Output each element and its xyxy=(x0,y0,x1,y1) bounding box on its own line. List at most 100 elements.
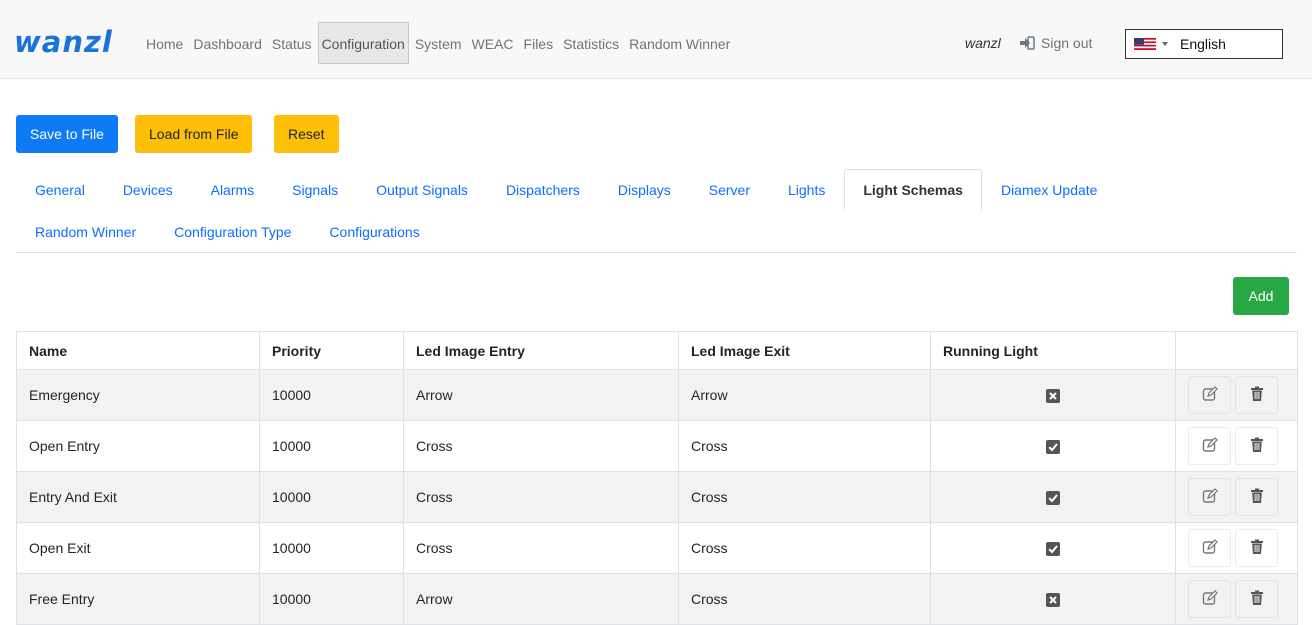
tab-dispatchers[interactable]: Dispatchers xyxy=(487,169,599,211)
tab-displays[interactable]: Displays xyxy=(599,169,690,211)
tab-output-signals[interactable]: Output Signals xyxy=(357,169,487,211)
edit-icon xyxy=(1202,589,1218,609)
delete-button[interactable] xyxy=(1235,376,1278,414)
nav-link-statistics[interactable]: Statistics xyxy=(559,22,623,64)
us-flag-icon xyxy=(1134,38,1156,50)
cell-priority: 10000 xyxy=(259,573,404,625)
cell-led-image-exit: Cross xyxy=(678,573,931,625)
save-to-file-button[interactable]: Save to File xyxy=(16,115,118,153)
nav-link-status[interactable]: Status xyxy=(268,22,316,64)
column-header-led-image-entry[interactable]: Led Image Entry xyxy=(403,331,679,370)
reset-button[interactable]: Reset xyxy=(274,115,339,153)
nav-link-random-winner[interactable]: Random Winner xyxy=(625,22,734,64)
cell-actions xyxy=(1175,369,1298,421)
sign-out-icon xyxy=(1020,36,1035,50)
trash-icon xyxy=(1250,590,1264,609)
edit-button[interactable] xyxy=(1188,427,1231,465)
cell-name: Emergency xyxy=(16,369,260,421)
column-header-actions xyxy=(1175,331,1298,370)
checked-box-icon xyxy=(1046,440,1060,455)
column-header-running-light[interactable]: Running Light xyxy=(930,331,1176,370)
table-row: Free Entry 10000 Arrow Cross xyxy=(16,573,1298,625)
edit-button[interactable] xyxy=(1188,376,1231,414)
trash-icon xyxy=(1250,437,1264,456)
config-tabs-row-2: Random Winner Configuration Type Configura… xyxy=(16,211,439,253)
brand-logo[interactable]: wanzl xyxy=(14,24,113,60)
main-nav: Home Dashboard Status Configuration System WE… xyxy=(141,22,735,64)
cell-led-image-entry: Arrow xyxy=(403,369,679,421)
cell-running-light xyxy=(930,369,1176,421)
tab-diamex-update[interactable]: Diamex Update xyxy=(982,169,1117,211)
tab-devices[interactable]: Devices xyxy=(104,169,192,211)
delete-button[interactable] xyxy=(1235,529,1278,567)
load-from-file-button[interactable]: Load from File xyxy=(135,115,253,153)
trash-icon xyxy=(1250,539,1264,558)
x-box-icon xyxy=(1046,389,1060,404)
top-navbar: wanzl Home Dashboard Status Configuration Sy… xyxy=(0,0,1312,79)
cell-running-light xyxy=(930,471,1176,523)
nav-link-files[interactable]: Files xyxy=(520,22,558,64)
edit-icon xyxy=(1202,436,1218,456)
nav-link-weac[interactable]: WEAC xyxy=(468,22,518,64)
nav-link-dashboard[interactable]: Dashboard xyxy=(189,22,266,64)
cell-name: Entry And Exit xyxy=(16,471,260,523)
table-row: Open Entry 10000 Cross Cross xyxy=(16,420,1298,472)
tab-random-winner[interactable]: Random Winner xyxy=(16,211,155,253)
language-label: English xyxy=(1180,36,1226,52)
tab-lights[interactable]: Lights xyxy=(769,169,844,211)
cell-led-image-exit: Cross xyxy=(678,420,931,472)
column-header-led-image-exit[interactable]: Led Image Exit xyxy=(678,331,931,370)
add-button[interactable]: Add xyxy=(1233,277,1289,315)
trash-icon xyxy=(1250,488,1264,507)
cell-led-image-entry: Arrow xyxy=(403,573,679,625)
chevron-down-icon xyxy=(1162,42,1168,46)
cell-running-light xyxy=(930,522,1176,574)
edit-button[interactable] xyxy=(1188,529,1231,567)
sign-out-link[interactable]: Sign out xyxy=(1019,22,1092,64)
edit-button[interactable] xyxy=(1188,478,1231,516)
delete-button[interactable] xyxy=(1235,427,1278,465)
table-header-row: Name Priority Led Image Entry Led Image … xyxy=(16,331,1298,370)
cell-actions xyxy=(1175,573,1298,625)
checked-box-icon xyxy=(1046,491,1060,506)
tab-configuration-type[interactable]: Configuration Type xyxy=(155,211,310,253)
cell-led-image-entry: Cross xyxy=(403,522,679,574)
cell-actions xyxy=(1175,471,1298,523)
cell-led-image-entry: Cross xyxy=(403,471,679,523)
tab-light-schemas[interactable]: Light Schemas xyxy=(844,169,982,211)
tab-signals[interactable]: Signals xyxy=(273,169,357,211)
delete-button[interactable] xyxy=(1235,478,1278,516)
cell-led-image-exit: Cross xyxy=(678,522,931,574)
username-label: wanzl xyxy=(965,35,1001,51)
table-row: Open Exit 10000 Cross Cross xyxy=(16,522,1298,574)
column-header-name[interactable]: Name xyxy=(16,331,260,370)
edit-button[interactable] xyxy=(1188,580,1231,618)
tab-configurations[interactable]: Configurations xyxy=(310,211,438,253)
language-select[interactable]: English xyxy=(1125,29,1283,59)
cell-priority: 10000 xyxy=(259,369,404,421)
edit-icon xyxy=(1202,487,1218,507)
edit-icon xyxy=(1202,538,1218,558)
sign-out-label: Sign out xyxy=(1041,35,1093,51)
tabs-divider xyxy=(16,252,1297,253)
nav-link-configuration[interactable]: Configuration xyxy=(317,22,409,64)
config-tabs-row-1: General Devices Alarms Signals Output Signal… xyxy=(16,169,1116,211)
edit-icon xyxy=(1202,385,1218,405)
delete-button[interactable] xyxy=(1235,580,1278,618)
cell-priority: 10000 xyxy=(259,420,404,472)
cell-name: Open Exit xyxy=(16,522,260,574)
column-header-priority[interactable]: Priority xyxy=(259,331,404,370)
tab-server[interactable]: Server xyxy=(690,169,769,211)
cell-actions xyxy=(1175,420,1298,472)
cell-led-image-entry: Cross xyxy=(403,420,679,472)
x-box-icon xyxy=(1046,593,1060,608)
trash-icon xyxy=(1250,386,1264,405)
cell-led-image-exit: Arrow xyxy=(678,369,931,421)
nav-link-system[interactable]: System xyxy=(411,22,466,64)
cell-priority: 10000 xyxy=(259,522,404,574)
tab-general[interactable]: General xyxy=(16,169,104,211)
tab-alarms[interactable]: Alarms xyxy=(192,169,274,211)
checked-box-icon xyxy=(1046,542,1060,557)
nav-link-home[interactable]: Home xyxy=(142,22,187,64)
cell-led-image-exit: Cross xyxy=(678,471,931,523)
